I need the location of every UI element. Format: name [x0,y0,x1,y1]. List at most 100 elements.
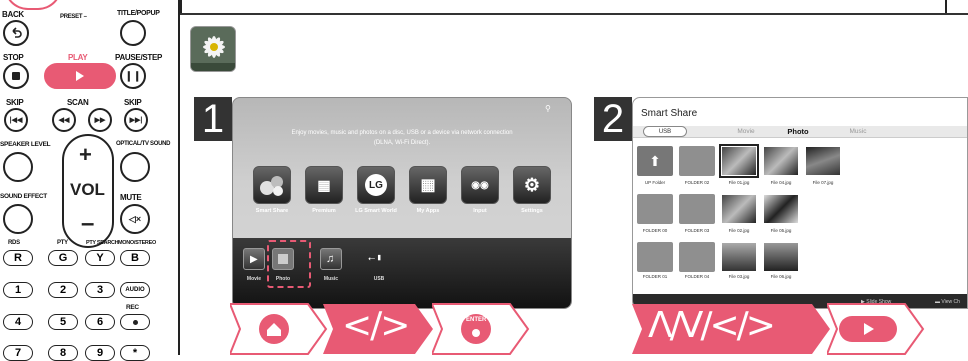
numpad-3[interactable]: 3 [85,282,115,298]
item-label: File 06.jpg [770,274,792,279]
app-tile-my-apps[interactable]: ▦ [409,166,447,204]
audio-button[interactable]: AUDIO [120,282,150,298]
numpad-8[interactable]: 8 [48,345,78,361]
app-tile-smart-share[interactable] [253,166,291,204]
view-ch-action[interactable]: ▬ View Ch [935,299,960,305]
item-label: FOLDER 04 [684,274,710,279]
source-usb-button[interactable]: USB [643,126,687,137]
dock-movie[interactable]: ▶ [243,248,265,270]
mono-stereo-label: MONO/STEREO [118,240,156,246]
dock-label-movie: Movie [246,276,262,282]
premium-icon: ▦ [317,176,331,193]
rec-button[interactable] [120,314,150,330]
app-tile-input[interactable]: ◉◉ [461,166,499,204]
dock-music[interactable]: ♫ [320,248,342,270]
search-icon[interactable]: ⚲ [545,104,551,113]
header-rule [180,13,968,15]
optical-tv-sound-label: OPTICAL/TV SOUND [116,141,171,147]
smart-share-screen: Smart Share USB Movie Photo Music ⬆ UP F… [632,97,968,309]
up-folder-item[interactable]: ⬆ [637,146,673,176]
app-tile-premium[interactable]: ▦ [305,166,343,204]
numpad-4[interactable]: 4 [3,314,33,330]
color-key-yellow[interactable]: Y [85,250,115,266]
photo-item[interactable] [721,242,757,272]
title-popup-button[interactable] [120,20,146,46]
photo-item[interactable] [805,146,841,176]
skip-back-button[interactable]: |◀◀ [4,108,28,132]
rec-label: REC [126,304,139,311]
color-key-blue[interactable]: B [120,250,150,266]
pause-icon: ❙❙ [124,70,142,82]
skip-right-label: SKIP [124,98,142,107]
optical-tv-sound-button[interactable] [120,152,150,182]
pty-label: PTY [57,240,68,246]
volume-label: VOL [70,180,105,199]
item-label: File 07.jpg [812,180,834,185]
item-label: File 05.jpg [770,228,792,233]
dock-usb[interactable]: ⭠▮ [368,248,390,270]
fast-forward-icon: ▶▶ [94,117,106,124]
scan-forward-button[interactable]: ▶▶ [88,108,112,132]
color-key-red[interactable]: R [3,250,33,266]
step-2-number: 2 [594,97,632,141]
preset-label: PRESET – [60,14,87,20]
app-label-my-apps: My Apps [416,208,440,214]
numpad-9[interactable]: 9 [85,345,115,361]
photo-item-selected[interactable] [719,144,759,178]
photo-item[interactable] [763,242,799,272]
lg-logo-icon: LG [365,174,387,196]
skip-forward-button[interactable]: ▶▶| [124,108,148,132]
sound-effect-button[interactable] [3,204,33,234]
photo-item[interactable] [721,194,757,224]
item-label: UP Folder [644,180,666,185]
tab-movie[interactable]: Movie [721,126,771,138]
title-popup-label: TITLE/POPUP [117,10,160,17]
volume-up-icon[interactable]: + [79,142,92,168]
speaker-level-button[interactable] [3,152,33,182]
photo-item[interactable] [763,146,799,176]
header-divider-left [180,0,182,13]
folder-item[interactable] [679,242,715,272]
remote-control: BACK PRESET – TITLE/POPUP STOP PLAY PAUS… [0,0,180,361]
item-label: File 04.jpg [770,180,792,185]
folder-item[interactable] [637,242,673,272]
dock-label-music: Music [323,276,339,282]
numpad-5[interactable]: 5 [48,314,78,330]
stop-button[interactable] [3,63,29,89]
input-icon: ◉◉ [471,179,489,191]
music-icon: ♫ [326,253,335,265]
volume-rocker[interactable]: + VOL – [62,134,114,248]
gear-icon: ⚙ [523,174,541,195]
numpad-2[interactable]: 2 [48,282,78,298]
play-button[interactable] [44,63,116,89]
tab-photo[interactable]: Photo [773,126,823,138]
movie-icon: ▶ [250,254,258,265]
app-tile-settings[interactable]: ⚙ [513,166,551,204]
photo-app-icon [190,26,236,72]
app-label-premium: Premium [312,208,336,214]
volume-down-icon[interactable]: – [81,210,94,238]
numpad-6[interactable]: 6 [85,314,115,330]
pause-step-button[interactable]: ❙❙ [120,63,146,89]
scan-back-button[interactable]: ◀◀ [52,108,76,132]
app-label-lg-smart-world: LG Smart World [355,208,397,214]
rewind-icon: ◀◀ [58,117,70,124]
pause-step-label: PAUSE/STEP [115,53,163,62]
folder-item[interactable] [679,194,715,224]
item-label: File 03.jpg [728,274,750,279]
play-step-arrow [827,303,925,355]
tab-music[interactable]: Music [833,126,883,138]
star-button[interactable]: * [120,345,150,361]
mute-button[interactable]: ◁× [120,204,150,234]
numpad-1[interactable]: 1 [3,282,33,298]
app-tile-lg-smart-world[interactable]: LG [357,166,395,204]
folder-item[interactable] [637,194,673,224]
numpad-7[interactable]: 7 [3,345,33,361]
photo-item[interactable] [763,194,799,224]
color-key-green[interactable]: G [48,250,78,266]
dock-label-usb: USB [373,276,385,282]
photo-selection-highlight [267,240,311,288]
smart-share-title: Smart Share [641,108,698,119]
back-button[interactable] [3,20,29,46]
folder-item[interactable] [679,146,715,176]
